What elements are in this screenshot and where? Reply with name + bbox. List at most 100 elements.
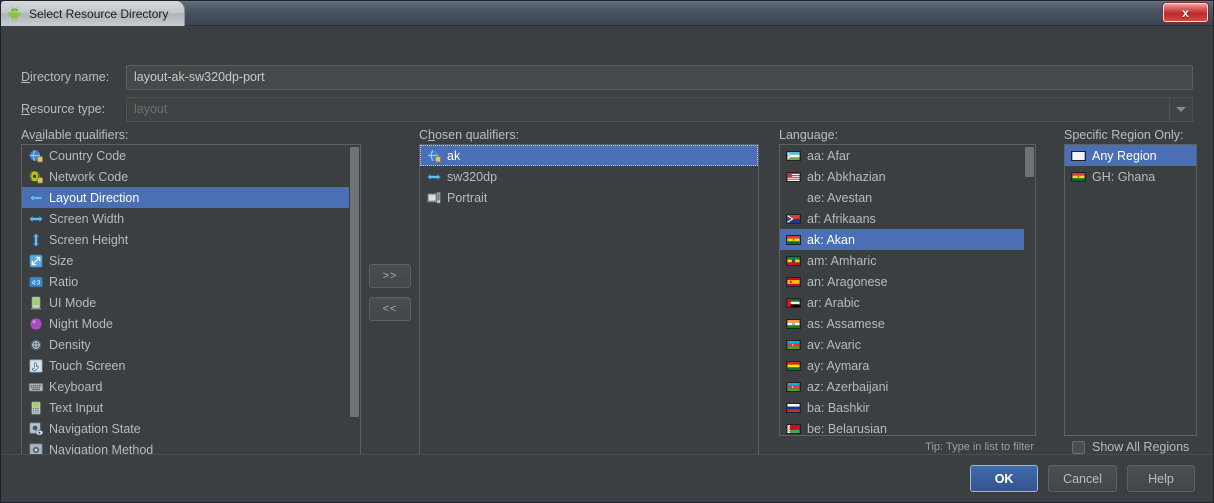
navigation-state-icon	[28, 421, 44, 437]
available-qualifiers-scrollbar[interactable]	[349, 145, 360, 458]
close-button[interactable]: x	[1163, 3, 1208, 22]
add-qualifier-button[interactable]: >>	[369, 264, 411, 288]
available-qualifier-item-label: Network Code	[49, 169, 129, 184]
globe-icon	[426, 148, 442, 164]
language-item-label: av: Avaric	[807, 337, 861, 352]
chevron-down-icon[interactable]	[1169, 96, 1193, 122]
available-qualifier-item[interactable]: Screen Width	[22, 208, 360, 229]
available-qualifier-item[interactable]: Keyboard	[22, 376, 360, 397]
flag-azerbaijan-icon	[786, 337, 802, 353]
available-qualifier-item-label: Density	[49, 337, 91, 352]
available-qualifier-item-label: Keyboard	[49, 379, 103, 394]
help-button[interactable]: Help	[1127, 465, 1195, 492]
arrow-left-icon	[28, 190, 44, 206]
globe-icon	[28, 148, 44, 164]
available-qualifier-item[interactable]: Screen Height	[22, 229, 360, 250]
chosen-qualifiers-list[interactable]: ak sw320dp Portrait	[419, 144, 759, 459]
show-all-regions-row[interactable]: Show All Regions	[1072, 440, 1189, 454]
available-qualifier-item-label: Layout Direction	[49, 190, 140, 205]
language-item[interactable]: ay: Aymara	[780, 355, 1035, 376]
region-list[interactable]: Any Region GH: Ghana	[1064, 144, 1197, 436]
arrow-vertical-icon	[28, 232, 44, 248]
region-item-label: GH: Ghana	[1092, 169, 1156, 184]
language-item[interactable]: ae: Avestan	[780, 187, 1035, 208]
chosen-qualifier-item-label: sw320dp	[447, 169, 498, 184]
available-qualifiers-list[interactable]: Country Code Network Code Layout Directio…	[21, 144, 361, 459]
flag-spain-icon	[786, 274, 802, 290]
cancel-button[interactable]: Cancel	[1048, 465, 1117, 492]
directory-name-label: Directory name:	[21, 70, 110, 84]
chosen-qualifier-item[interactable]: sw320dp	[420, 166, 758, 187]
chosen-qualifier-item[interactable]: ak	[420, 145, 758, 166]
region-item[interactable]: GH: Ghana	[1065, 166, 1196, 187]
show-all-regions-label: Show All Regions	[1092, 440, 1190, 454]
ui-mode-icon	[28, 295, 44, 311]
flag-russia-icon	[786, 400, 802, 416]
scrollbar-thumb[interactable]	[350, 147, 359, 417]
dialog-body: Directory name: layout-ak-sw320dp-port R…	[1, 26, 1213, 502]
resource-type-row: Resource type: layout	[21, 96, 1193, 122]
available-qualifier-item[interactable]: Network Code	[22, 166, 360, 187]
available-qualifier-item-label: Ratio	[49, 274, 79, 289]
available-qualifier-item[interactable]: Size	[22, 250, 360, 271]
directory-name-input[interactable]: layout-ak-sw320dp-port	[126, 64, 1193, 90]
remove-qualifier-button[interactable]: <<	[369, 297, 411, 321]
resource-type-combo[interactable]: layout	[126, 96, 1170, 122]
available-qualifier-item-label: Night Mode	[49, 316, 113, 331]
available-qualifier-item[interactable]: Density	[22, 334, 360, 355]
svg-text:4:3: 4:3	[32, 279, 41, 286]
language-item-label: az: Azerbaijani	[807, 379, 889, 394]
region-item[interactable]: Any Region	[1065, 145, 1196, 166]
language-item[interactable]: am: Amharic	[780, 250, 1035, 271]
available-qualifier-item[interactable]: Layout Direction	[22, 187, 360, 208]
available-qualifier-item[interactable]: Touch Screen	[22, 355, 360, 376]
language-item-label: an: Aragonese	[807, 274, 888, 289]
keyboard-icon	[28, 379, 44, 395]
chosen-qualifier-item[interactable]: Portrait	[420, 187, 758, 208]
dialog-title: Select Resource Directory	[29, 6, 169, 21]
language-item[interactable]: aa: Afar	[780, 145, 1035, 166]
available-qualifier-item[interactable]: UI Mode	[22, 292, 360, 313]
language-item[interactable]: ab: Abkhazian	[780, 166, 1035, 187]
ok-button[interactable]: OK	[970, 465, 1039, 492]
region-label: Specific Region Only:	[1064, 128, 1184, 142]
language-scrollbar[interactable]	[1024, 145, 1035, 435]
language-item[interactable]: af: Afrikaans	[780, 208, 1035, 229]
flag-none-icon	[786, 190, 802, 206]
available-qualifier-item[interactable]: 4:3 Ratio	[22, 271, 360, 292]
language-item-label: ba: Bashkir	[807, 400, 870, 415]
language-item-label: ay: Aymara	[807, 358, 870, 373]
language-list[interactable]: aa: Afar ab: Abkhazian ae: Avestan af: Afri…	[779, 144, 1036, 436]
resource-type-label: Resource type:	[21, 102, 106, 116]
flag-ethiopia-icon	[786, 253, 802, 269]
language-item-label: af: Afrikaans	[807, 211, 876, 226]
available-qualifier-item[interactable]: Text Input	[22, 397, 360, 418]
flag-south-africa-icon	[786, 211, 802, 227]
flag-ghana-icon	[786, 232, 802, 248]
language-item[interactable]: be: Belarusian	[780, 418, 1035, 435]
diagonal-arrow-icon	[28, 253, 44, 269]
language-label: Language:	[779, 128, 839, 142]
language-item[interactable]: an: Aragonese	[780, 271, 1035, 292]
language-item[interactable]: ba: Bashkir	[780, 397, 1035, 418]
arrow-horizontal-icon	[28, 211, 44, 227]
flag-bolivia-icon	[786, 358, 802, 374]
language-item[interactable]: as: Assamese	[780, 313, 1035, 334]
chosen-qualifier-item-label: Portrait	[447, 190, 488, 205]
language-item[interactable]: az: Azerbaijani	[780, 376, 1035, 397]
available-qualifier-item-label: Touch Screen	[49, 358, 126, 373]
available-qualifier-item-label: Country Code	[49, 148, 127, 163]
scrollbar-thumb[interactable]	[1025, 147, 1034, 177]
available-qualifier-item[interactable]: Night Mode	[22, 313, 360, 334]
language-item[interactable]: ak: Akan	[780, 229, 1035, 250]
available-qualifier-item[interactable]: Navigation State	[22, 418, 360, 439]
show-all-regions-checkbox[interactable]	[1072, 440, 1085, 454]
flag-afar-icon	[786, 148, 802, 164]
available-qualifier-item-label: Screen Width	[49, 211, 125, 226]
flag-uae-icon	[786, 295, 802, 311]
language-item[interactable]: ar: Arabic	[780, 292, 1035, 313]
language-item[interactable]: av: Avaric	[780, 334, 1035, 355]
android-robot-icon	[7, 6, 22, 21]
available-qualifier-item[interactable]: Country Code	[22, 145, 360, 166]
language-item-label: ar: Arabic	[807, 295, 860, 310]
